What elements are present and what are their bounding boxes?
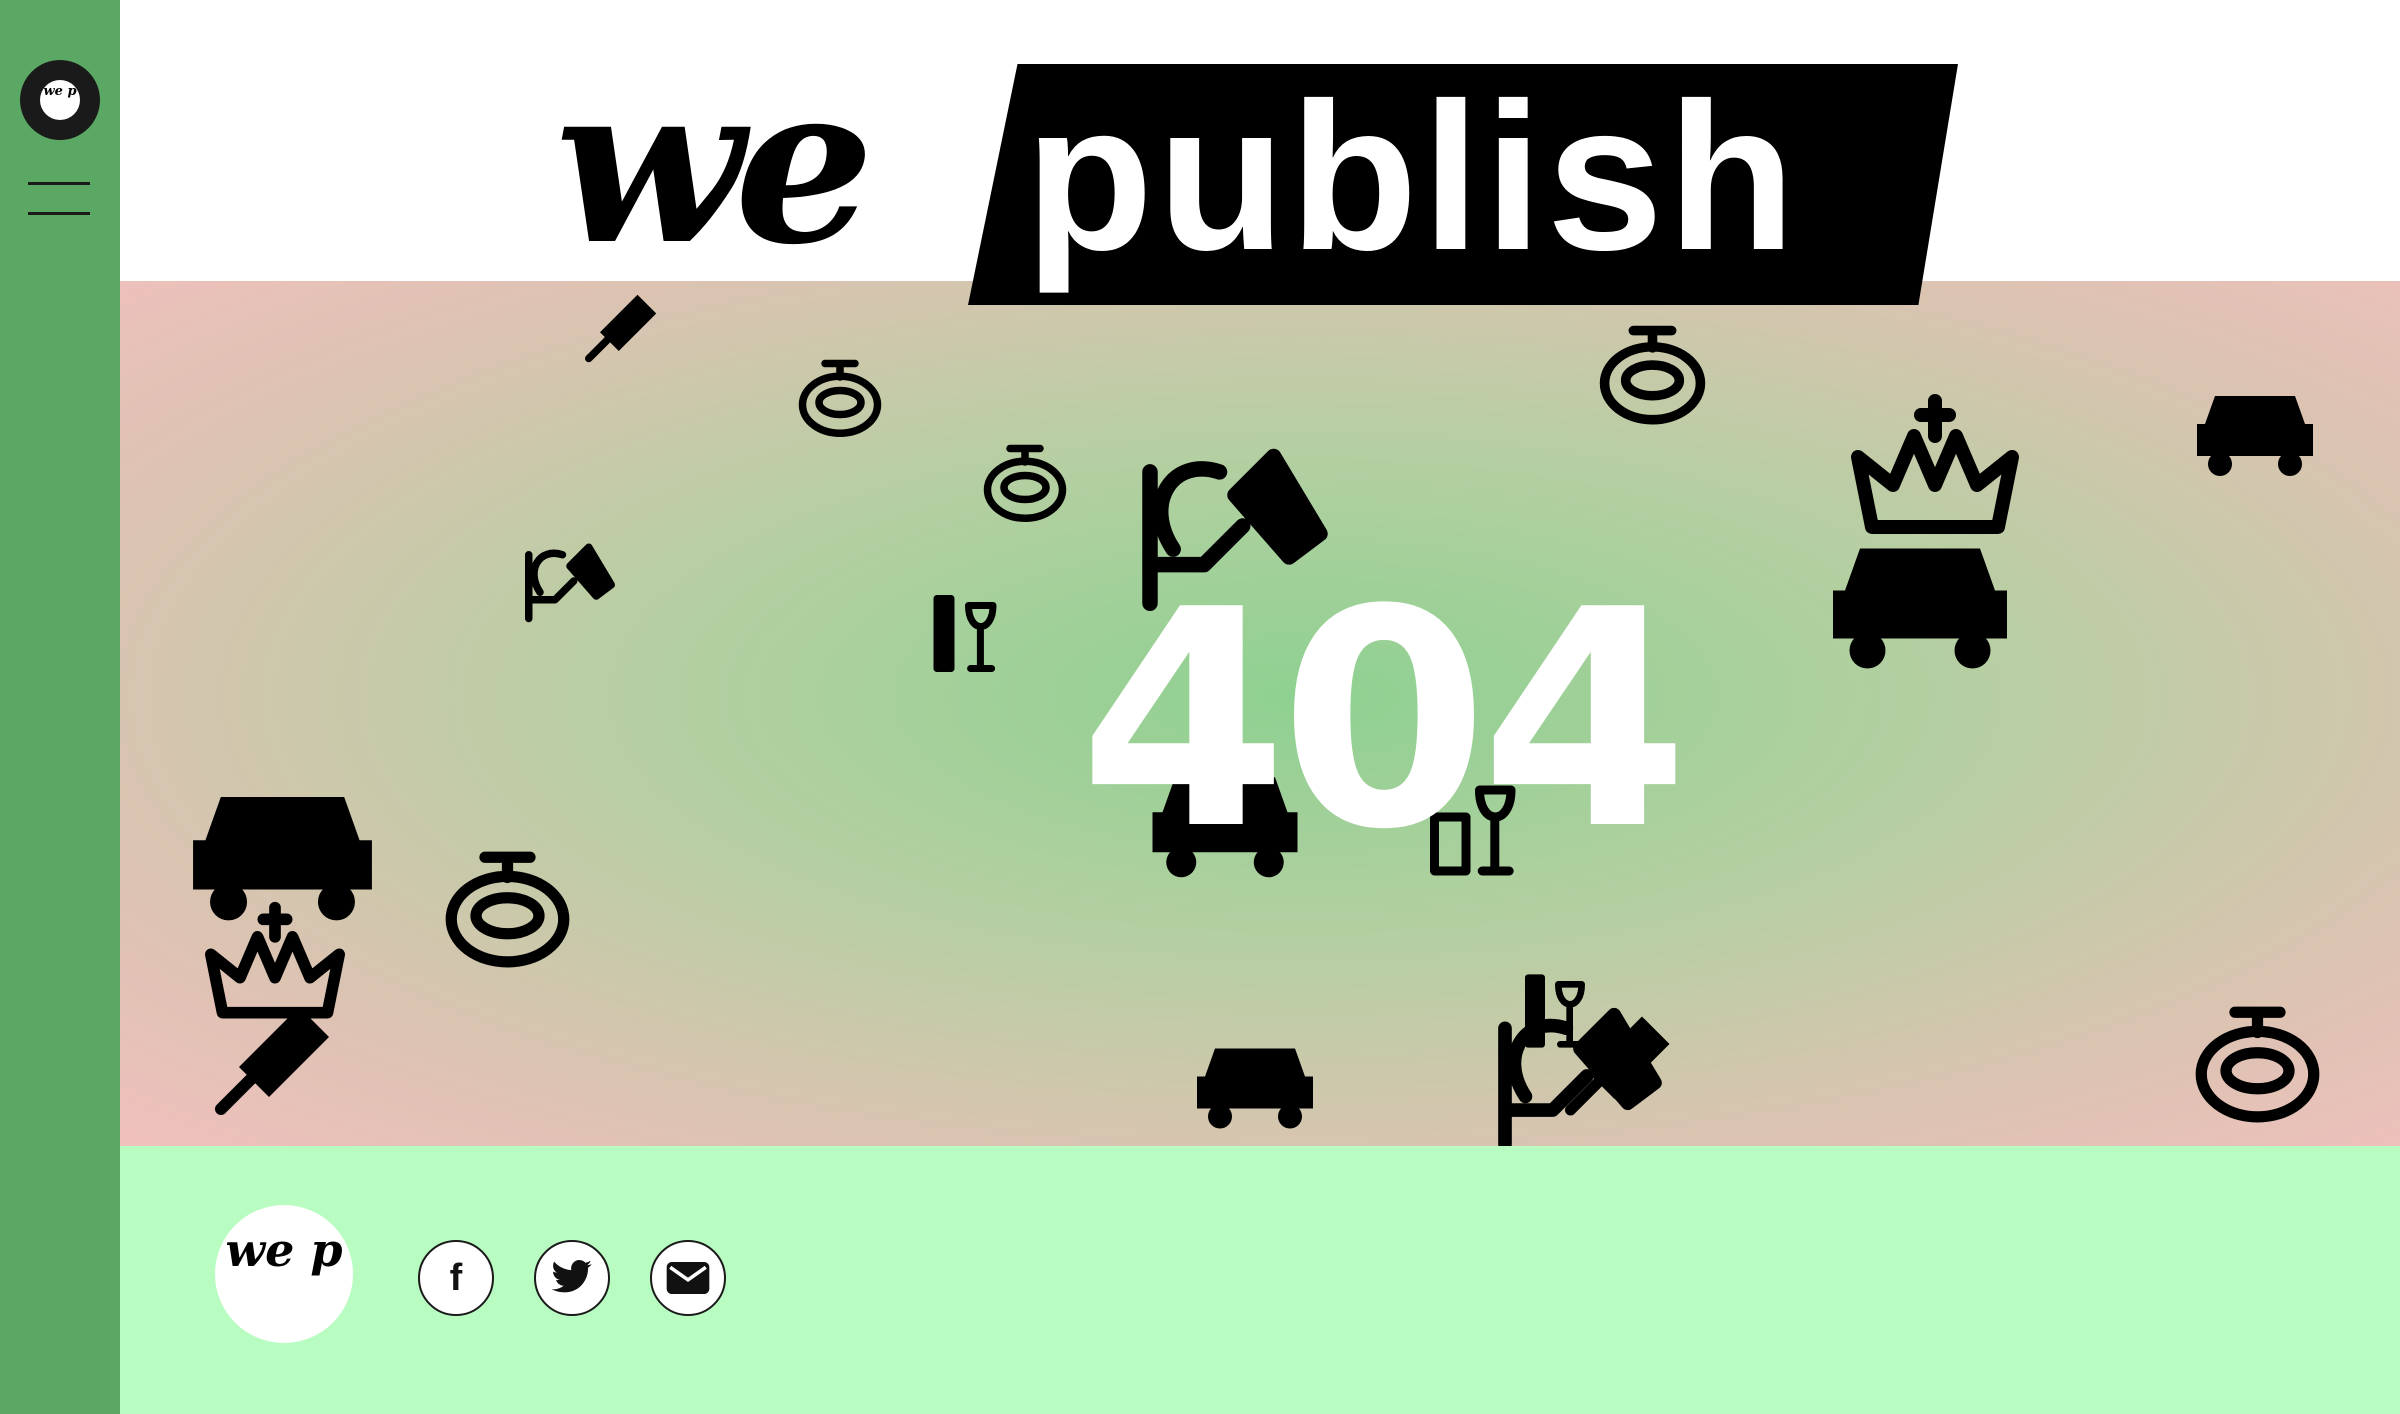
error-code: 404 bbox=[1078, 546, 1689, 895]
popsicle-icon bbox=[215, 1007, 329, 1115]
twitter-icon[interactable] bbox=[534, 1240, 610, 1316]
stadium-icon bbox=[1599, 325, 1706, 425]
car-icon bbox=[1197, 1048, 1313, 1129]
hamburger-menu-icon[interactable] bbox=[28, 180, 92, 218]
popsicle-icon bbox=[585, 294, 657, 363]
sidebar: we p bbox=[0, 0, 120, 1414]
envelope-icon[interactable] bbox=[650, 1240, 726, 1316]
site-footer: we p f bbox=[120, 1146, 2400, 1414]
crown-icon bbox=[1851, 394, 2019, 534]
brand-suffix[interactable]: publish bbox=[1025, 72, 1800, 282]
stadium-icon bbox=[2195, 1006, 2320, 1123]
stadium-icon bbox=[445, 851, 570, 968]
facebook-icon[interactable]: f bbox=[418, 1240, 494, 1316]
wine-icon bbox=[1525, 974, 1585, 1048]
car-icon bbox=[1833, 548, 2007, 669]
wine-icon bbox=[933, 595, 997, 672]
error-hero: 404 bbox=[120, 281, 2400, 1146]
camera-icon bbox=[525, 543, 615, 623]
car-icon bbox=[2197, 396, 2313, 476]
brand-prefix[interactable]: we bbox=[555, 54, 874, 274]
stadium-icon bbox=[798, 359, 882, 437]
sidebar-logo[interactable]: we p bbox=[20, 60, 100, 140]
stadium-icon bbox=[983, 444, 1067, 522]
sidebar-logo-mark: we p bbox=[40, 80, 80, 120]
footer-logo[interactable]: we p bbox=[215, 1205, 353, 1343]
